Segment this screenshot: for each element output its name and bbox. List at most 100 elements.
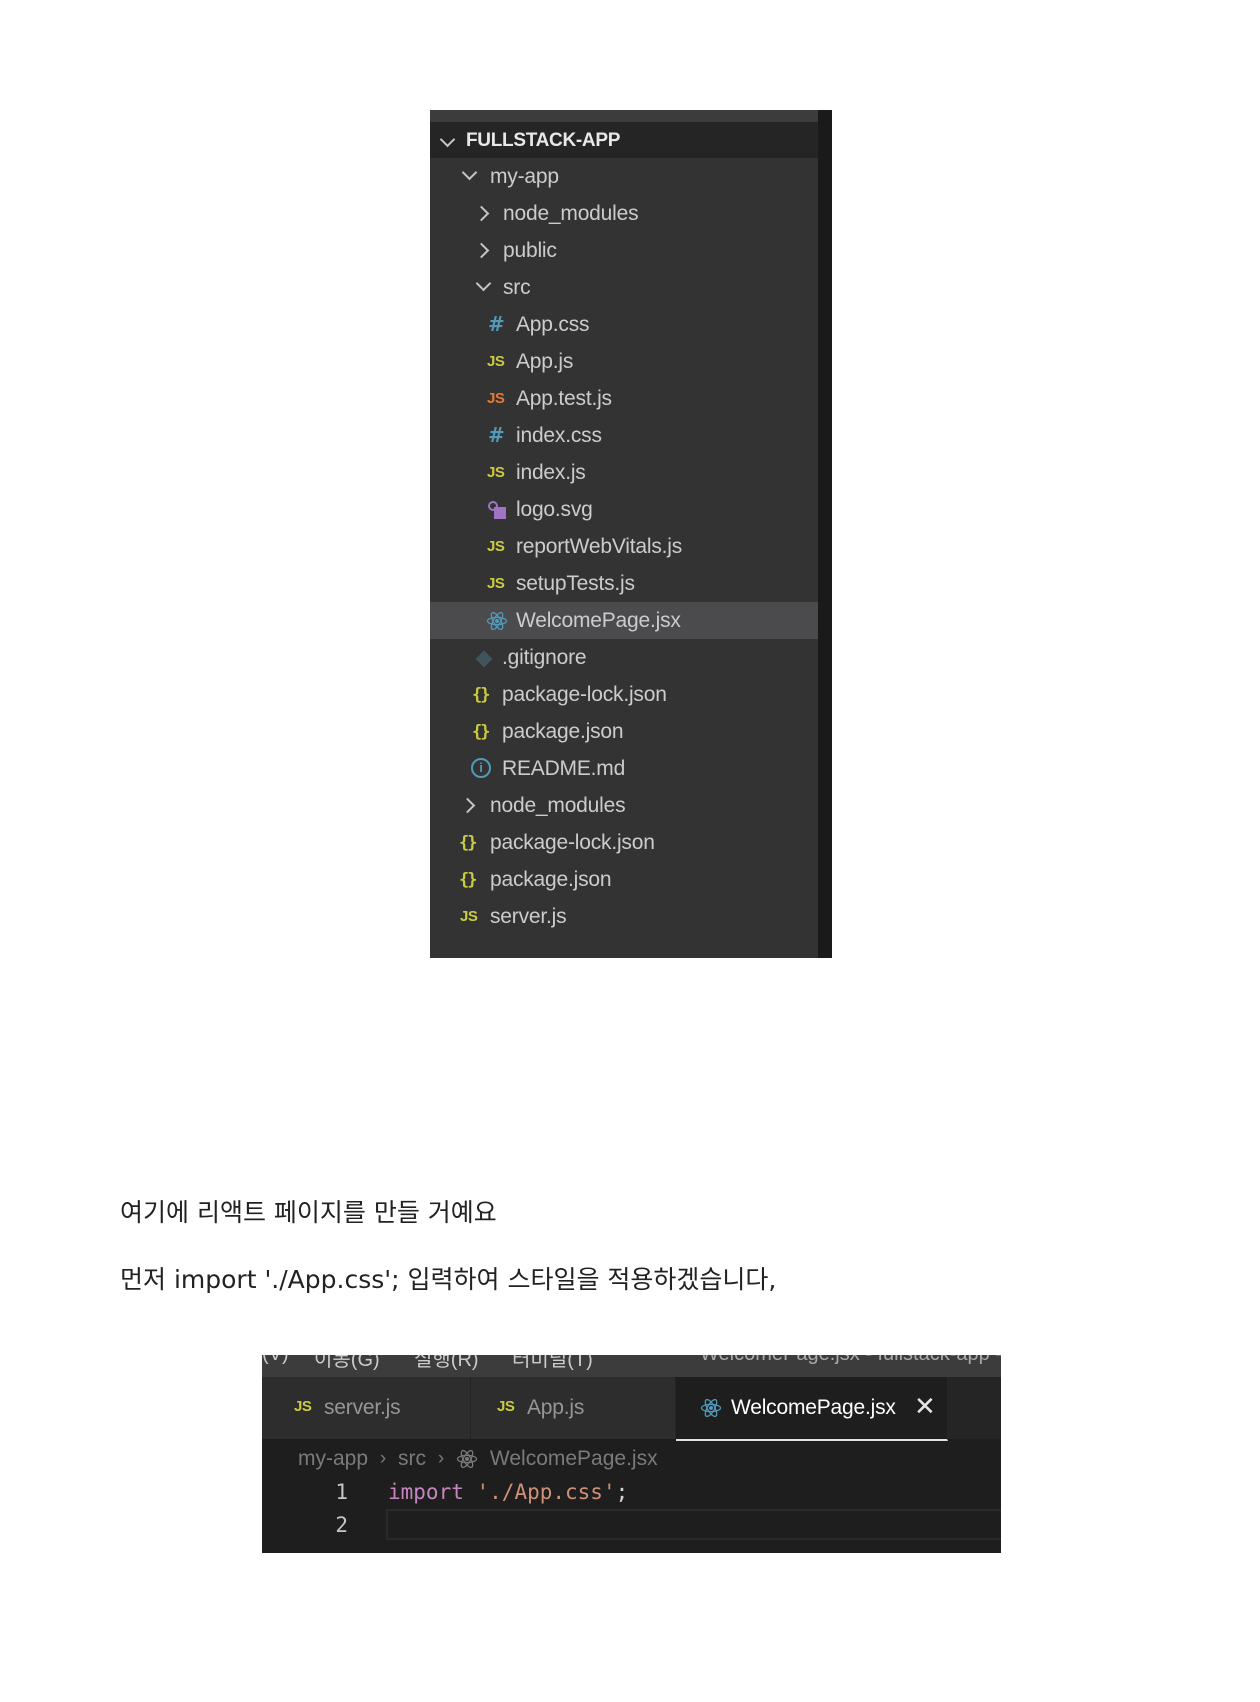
tree-item-label: setupTests.js <box>516 572 635 595</box>
file-explorer-screenshot: FULLSTACK-APP my-app node_modules public… <box>430 110 832 958</box>
react-icon <box>700 1397 722 1419</box>
tree-folder-my-app[interactable]: my-app <box>430 158 818 195</box>
menu-item-view[interactable]: (V) <box>262 1355 289 1366</box>
tree-file-gitignore[interactable]: .gitignore <box>430 639 818 676</box>
tree-item-label: README.md <box>502 757 626 780</box>
menu-item-go[interactable]: 이동(G) <box>314 1355 380 1372</box>
js-icon: JS <box>487 575 505 592</box>
editor-tab-bar: JS server.js JS App.js WelcomePage.jsx ✕ <box>262 1377 1001 1441</box>
chevron-down-icon <box>439 131 456 148</box>
tree-item-label: package.json <box>502 720 624 743</box>
tree-item-label: index.js <box>516 461 586 484</box>
tree-file-root-package-lock-json[interactable]: {} package-lock.json <box>430 824 818 861</box>
tree-folder-src[interactable]: src <box>430 269 818 306</box>
tree-item-label: logo.svg <box>516 498 593 521</box>
react-icon <box>456 1448 478 1470</box>
current-line-highlight <box>386 1509 1001 1540</box>
json-braces-icon: {} <box>459 833 478 853</box>
tree-item-label: server.js <box>490 905 567 928</box>
breadcrumb-item-src[interactable]: src <box>398 1447 426 1471</box>
tree-item-label: App.test.js <box>516 387 612 410</box>
tree-file-app-css[interactable]: # App.css <box>430 306 818 343</box>
code-keyword: import <box>388 1480 464 1504</box>
tree-file-index-css[interactable]: # index.css <box>430 417 818 454</box>
tab-server-js[interactable]: JS server.js <box>262 1377 471 1439</box>
paragraph-intro: 여기에 리액트 페이지를 만들 거예요 <box>120 1198 497 1227</box>
tab-label: server.js <box>324 1396 401 1419</box>
breadcrumb-item-file[interactable]: WelcomePage.jsx <box>490 1447 658 1471</box>
json-braces-icon: {} <box>459 870 478 890</box>
tree-item-label: package.json <box>490 868 612 891</box>
tree-file-package-lock-json[interactable]: {} package-lock.json <box>430 676 818 713</box>
paragraph-import-instruction: 먼저 import './App.css'; 입력하여 스타일을 적용하겠습니다… <box>120 1265 777 1294</box>
svg-file-icon <box>486 499 508 527</box>
workspace-title: FULLSTACK-APP <box>466 130 621 151</box>
tree-item-label: App.js <box>516 350 574 373</box>
tab-welcome-page-jsx[interactable]: WelcomePage.jsx ✕ <box>676 1377 948 1441</box>
tree-item-label: App.css <box>516 313 590 336</box>
code-editor-screenshot: (V) 이동(G) 실행(R) 터미널(T) WelcomePage.jsx -… <box>262 1355 1001 1553</box>
tree-folder-public[interactable]: public <box>430 232 818 269</box>
breadcrumb-separator: › <box>437 1448 445 1470</box>
tree-file-app-js[interactable]: JS App.js <box>430 343 818 380</box>
menu-bar: (V) 이동(G) 실행(R) 터미널(T) WelcomePage.jsx -… <box>262 1355 1001 1377</box>
line-number: 2 <box>335 1513 348 1537</box>
js-icon: JS <box>487 464 505 481</box>
code-string: './App.css' <box>476 1480 616 1504</box>
code-content: import './App.css'; <box>388 1480 628 1504</box>
tree-folder-root-node-modules[interactable]: node_modules <box>430 787 818 824</box>
js-icon: JS <box>294 1398 312 1415</box>
breadcrumb-separator: › <box>379 1448 387 1470</box>
line-number: 1 <box>335 1480 348 1504</box>
chevron-down-icon <box>461 164 478 181</box>
explorer-top-strip <box>430 110 818 122</box>
code-punctuation: ; <box>615 1480 629 1504</box>
css-hash-icon: # <box>488 312 505 336</box>
react-icon <box>486 610 508 632</box>
menu-item-terminal[interactable]: 터미널(T) <box>512 1355 593 1372</box>
tree-file-package-json[interactable]: {} package.json <box>430 713 818 750</box>
tree-item-label: node_modules <box>490 794 626 817</box>
git-icon <box>475 649 493 668</box>
chevron-right-icon <box>459 797 476 814</box>
code-line[interactable]: 1 import './App.css'; <box>262 1475 1001 1508</box>
breadcrumb: my-app › src › WelcomePage.jsx <box>298 1447 658 1471</box>
tab-label: WelcomePage.jsx <box>731 1396 896 1419</box>
tab-label: App.js <box>527 1396 585 1419</box>
tree-item-label: node_modules <box>503 202 639 225</box>
js-icon: JS <box>487 353 505 370</box>
tree-item-label: package-lock.json <box>502 683 667 706</box>
tree-item-label: index.css <box>516 424 602 447</box>
tree-folder-node-modules[interactable]: node_modules <box>430 195 818 232</box>
menu-item-run[interactable]: 실행(R) <box>414 1355 479 1372</box>
chevron-right-icon <box>473 242 490 259</box>
breadcrumb-item-my-app[interactable]: my-app <box>298 1447 368 1471</box>
chevron-right-icon <box>473 205 490 222</box>
close-icon[interactable]: ✕ <box>914 1392 936 1422</box>
tree-file-logo-svg[interactable]: logo.svg <box>430 491 818 528</box>
tree-file-root-package-json[interactable]: {} package.json <box>430 861 818 898</box>
tree-file-server-js[interactable]: JS server.js <box>430 898 818 935</box>
tree-item-label: src <box>503 276 531 299</box>
tree-item-label: WelcomePage.jsx <box>516 609 681 632</box>
tab-app-js[interactable]: JS App.js <box>471 1377 676 1439</box>
js-icon: JS <box>497 1398 515 1415</box>
json-braces-icon: {} <box>472 722 491 742</box>
tree-item-label: my-app <box>490 165 559 188</box>
tree-item-label: reportWebVitals.js <box>516 535 683 558</box>
info-icon: i <box>471 758 491 778</box>
tree-item-label: public <box>503 239 557 262</box>
js-test-icon: JS <box>487 390 505 407</box>
explorer-scrollbar[interactable] <box>818 110 832 958</box>
js-icon: JS <box>487 538 505 555</box>
tree-file-report-web-vitals[interactable]: JS reportWebVitals.js <box>430 528 818 565</box>
tree-item-label: .gitignore <box>502 646 587 669</box>
tree-file-welcome-page[interactable]: WelcomePage.jsx <box>430 602 818 639</box>
tree-file-index-js[interactable]: JS index.js <box>430 454 818 491</box>
workspace-header[interactable]: FULLSTACK-APP <box>430 122 818 158</box>
tree-file-setup-tests[interactable]: JS setupTests.js <box>430 565 818 602</box>
code-line-current[interactable]: 2 <box>262 1508 1001 1541</box>
tree-item-label: package-lock.json <box>490 831 655 854</box>
tree-file-app-test-js[interactable]: JS App.test.js <box>430 380 818 417</box>
tree-file-readme[interactable]: i README.md <box>430 750 818 787</box>
